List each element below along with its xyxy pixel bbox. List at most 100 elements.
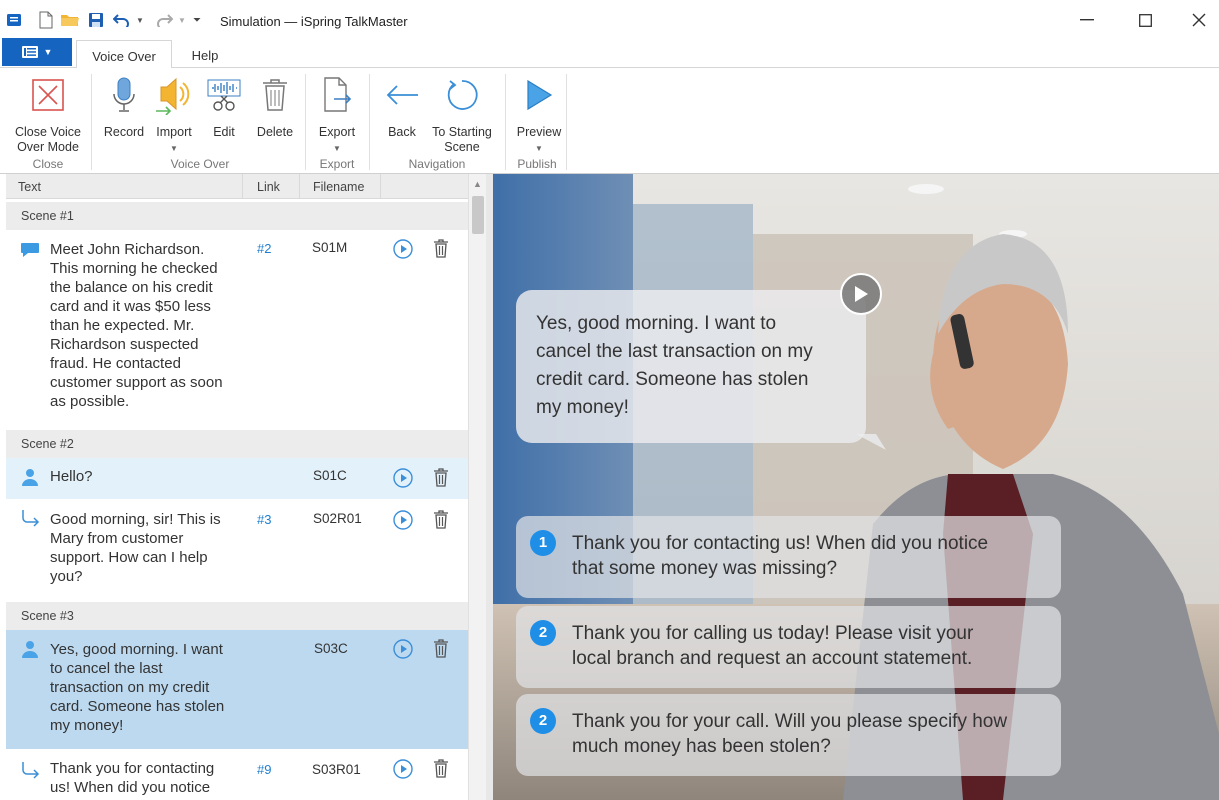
- play-circle-icon[interactable]: [393, 759, 413, 779]
- answer-number-badge: 2: [530, 620, 556, 646]
- row-text: Thank you for contacting us! When did yo…: [50, 760, 215, 796]
- trash-icon[interactable]: [433, 510, 451, 530]
- group-close-label: Close: [32, 157, 64, 171]
- file-menu-button[interactable]: ▼: [2, 38, 72, 66]
- play-circle-icon[interactable]: [393, 639, 413, 659]
- save-icon[interactable]: [86, 10, 106, 30]
- row-filename: S02R01: [313, 511, 362, 526]
- trash-icon[interactable]: [433, 468, 451, 488]
- restart-icon: [442, 74, 482, 116]
- column-text[interactable]: Text: [18, 180, 41, 194]
- table-row[interactable]: Thank you for contacting us! When did yo…: [6, 752, 468, 800]
- scene-header: Scene #3: [6, 602, 468, 630]
- chevron-down-icon: ▼: [43, 47, 53, 57]
- row-text: Good morning, sir! This is Mary from cus…: [50, 511, 221, 585]
- close-window-button[interactable]: [1184, 8, 1214, 32]
- export-label: Export: [318, 125, 356, 139]
- group-export-label: Export: [319, 157, 355, 171]
- vertical-scrollbar[interactable]: ▲: [468, 174, 486, 800]
- answer-text: Thank you for contacting us! When did yo…: [572, 533, 989, 579]
- answer-option[interactable]: 2 Thank you for your call. Will you plea…: [516, 694, 1061, 776]
- new-file-icon[interactable]: [36, 10, 56, 30]
- undo-dropdown-icon[interactable]: ▼: [134, 10, 146, 30]
- table-row[interactable]: Meet John Richardson. This morning he ch…: [6, 230, 468, 428]
- play-audio-button[interactable]: [840, 273, 882, 315]
- column-divider: [242, 174, 243, 199]
- row-text: Yes, good morning. I want to cancel the …: [50, 641, 225, 734]
- scene-header: Scene #1: [6, 202, 468, 230]
- preview-dropdown-icon: ▼: [535, 144, 543, 153]
- row-text: Hello?: [50, 468, 93, 485]
- play-icon: [855, 286, 868, 302]
- import-button[interactable]: Import ▼: [150, 74, 198, 156]
- column-link[interactable]: Link: [257, 180, 280, 194]
- maximize-button[interactable]: [1130, 8, 1160, 32]
- back-label: Back: [388, 125, 416, 139]
- trash-icon[interactable]: [433, 639, 451, 659]
- scene-header: Scene #2: [6, 430, 468, 458]
- table-row[interactable]: Hello? S01C: [6, 458, 468, 500]
- export-button[interactable]: Export ▼: [312, 74, 362, 156]
- to-starting-scene-button[interactable]: To Starting Scene: [428, 74, 496, 155]
- preview-label: Preview: [516, 125, 562, 139]
- open-folder-icon[interactable]: [60, 10, 80, 30]
- reply-arrow-icon: [20, 509, 42, 529]
- edit-button[interactable]: Edit: [200, 74, 248, 140]
- tab-help[interactable]: Help: [176, 40, 234, 68]
- voice-over-list: Text Link Filename Scene #1 Meet John Ri…: [6, 174, 486, 800]
- group-separator: [566, 74, 567, 170]
- redo-icon[interactable]: [154, 10, 174, 30]
- redo-dropdown-icon[interactable]: ▼: [176, 10, 188, 30]
- record-button[interactable]: Record: [100, 74, 148, 140]
- import-dropdown-icon: ▼: [170, 144, 178, 153]
- answer-option[interactable]: 2 Thank you for calling us today! Please…: [516, 606, 1061, 688]
- row-link[interactable]: #9: [257, 762, 271, 777]
- ribbon: Close Voice Over Mode Close Record Impor…: [0, 68, 1219, 174]
- scroll-up-icon[interactable]: ▲: [473, 179, 482, 189]
- person-icon: [20, 639, 42, 659]
- play-circle-icon[interactable]: [393, 468, 413, 488]
- group-publish-label: Publish: [517, 157, 557, 171]
- row-filename: S01C: [313, 468, 347, 483]
- answer-option[interactable]: 1 Thank you for contacting us! When did …: [516, 516, 1061, 598]
- close-voice-over-label: Close Voice Over Mode: [14, 125, 81, 154]
- panel-splitter[interactable]: [486, 174, 493, 800]
- group-separator: [305, 74, 306, 170]
- edit-label: Edit: [213, 125, 235, 139]
- group-separator: [505, 74, 506, 170]
- play-circle-icon[interactable]: [393, 239, 413, 259]
- microphone-icon: [104, 74, 144, 116]
- to-starting-scene-label: To Starting Scene: [432, 125, 492, 154]
- column-filename[interactable]: Filename: [313, 180, 364, 194]
- trash-icon[interactable]: [433, 239, 451, 259]
- group-separator: [369, 74, 370, 170]
- waveform-edit-icon: [204, 74, 244, 116]
- answer-text: Thank you for your call. Will you please…: [572, 711, 1008, 757]
- undo-icon[interactable]: [112, 10, 132, 30]
- row-link[interactable]: #2: [257, 241, 271, 256]
- group-navigation-label: Navigation: [408, 157, 466, 171]
- answer-text: Thank you for calling us today! Please v…: [572, 623, 974, 669]
- customize-toolbar-icon[interactable]: ⏷: [190, 10, 204, 30]
- column-divider: [380, 174, 381, 199]
- group-voice-over-label: Voice Over: [170, 157, 230, 171]
- menu-icon: [21, 46, 38, 58]
- table-row[interactable]: Good morning, sir! This is Mary from cus…: [6, 500, 468, 600]
- back-button[interactable]: Back: [378, 74, 426, 140]
- app-menu-icon[interactable]: [4, 10, 24, 30]
- close-box-icon: [28, 74, 68, 116]
- preview-button[interactable]: Preview ▼: [512, 74, 566, 156]
- answer-number-badge: 2: [530, 708, 556, 734]
- row-link[interactable]: #3: [257, 512, 271, 527]
- delete-button[interactable]: Delete: [251, 74, 299, 140]
- minimize-button[interactable]: [1072, 8, 1102, 32]
- tab-voice-over[interactable]: Voice Over: [76, 40, 172, 69]
- table-row-selected[interactable]: Yes, good morning. I want to cancel the …: [6, 630, 468, 750]
- trash-icon[interactable]: [433, 759, 451, 779]
- group-separator: [91, 74, 92, 170]
- speech-bubble-icon: [20, 242, 42, 262]
- close-voice-over-button[interactable]: Close Voice Over Mode: [10, 74, 86, 155]
- play-circle-icon[interactable]: [393, 510, 413, 530]
- arrow-left-icon: [382, 74, 422, 116]
- scrollbar-thumb[interactable]: [472, 196, 484, 234]
